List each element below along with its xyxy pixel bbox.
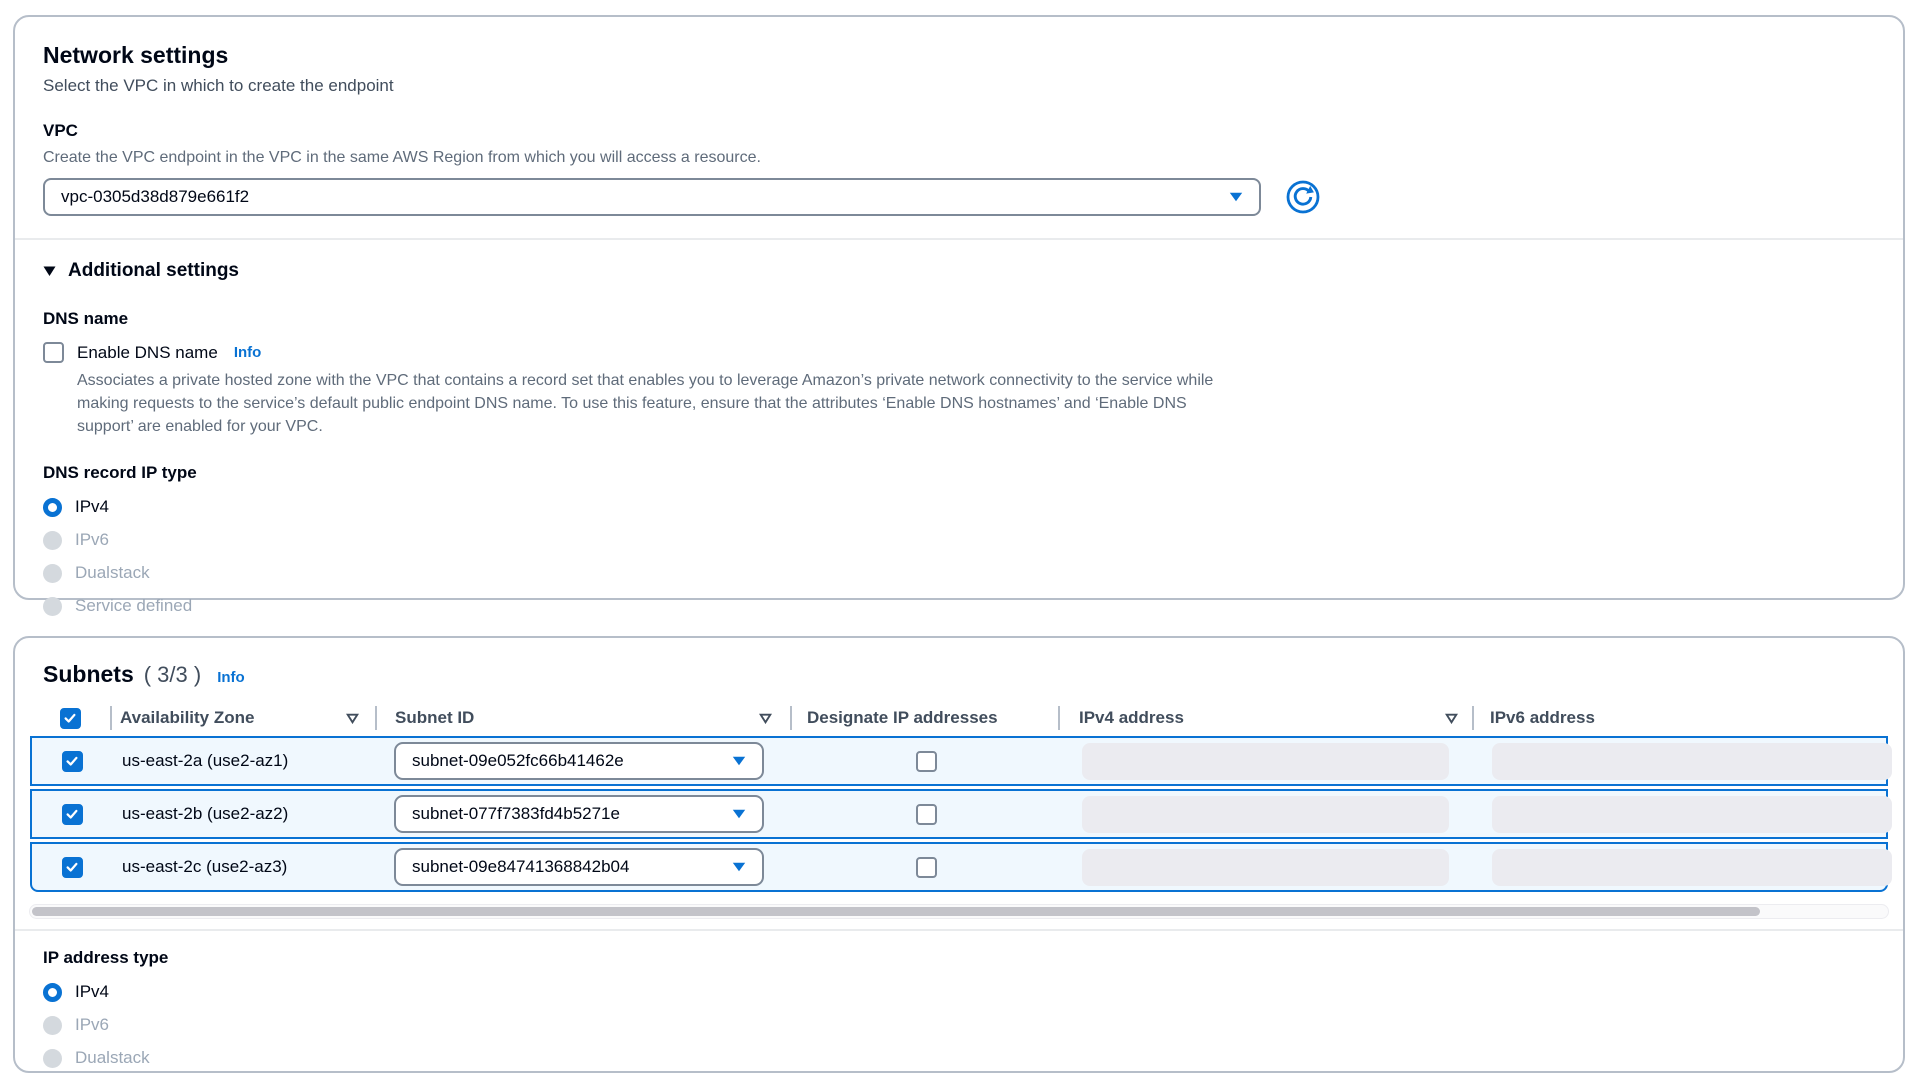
radio-disabled-icon xyxy=(43,1016,62,1035)
refresh-button[interactable] xyxy=(1285,179,1321,215)
horizontal-scrollbar[interactable] xyxy=(29,904,1889,919)
radio-option-ipv6: IPv6 xyxy=(43,530,109,550)
subnets-title: Subnets xyxy=(43,660,134,688)
subnet-row-us-east-2a[interactable]: us-east-2a (use2-az1) subnet-09e052fc66b… xyxy=(30,736,1888,786)
sort-icon xyxy=(759,713,772,724)
ip-address-type-label: IP address type xyxy=(43,947,1875,969)
subnets-header: Subnets ( 3/3 ) Info xyxy=(15,660,1903,688)
radio-label: Dualstack xyxy=(75,563,150,583)
ipv6-address-input xyxy=(1492,849,1892,886)
vpc-description: Create the VPC endpoint in the VPC in th… xyxy=(43,147,1875,168)
additional-settings-toggle[interactable]: Additional settings xyxy=(43,260,239,282)
designate-ip-checkbox[interactable] xyxy=(916,804,937,825)
column-header-subnet-id[interactable]: Subnet ID xyxy=(375,700,790,736)
subnets-counter: ( 3/3 ) xyxy=(144,662,201,688)
radio-label: IPv4 xyxy=(75,982,109,1002)
chevron-down-icon xyxy=(732,756,746,766)
check-icon xyxy=(65,754,79,768)
dns-name-label: DNS name xyxy=(43,308,1875,330)
subnets-info-link[interactable]: Info xyxy=(217,669,245,686)
enable-dns-checkbox[interactable] xyxy=(43,342,64,363)
section-divider xyxy=(15,238,1903,240)
row-checkbox[interactable] xyxy=(62,751,83,772)
radio-selected-icon xyxy=(43,498,62,517)
availability-zone-cell: us-east-2a (use2-az1) xyxy=(112,751,288,770)
radio-disabled-icon xyxy=(43,597,62,616)
check-icon xyxy=(63,711,77,725)
radio-selected-icon xyxy=(43,983,62,1002)
column-header-ipv6-address: IPv6 address xyxy=(1472,700,1895,736)
radio-label: IPv4 xyxy=(75,497,109,517)
check-icon xyxy=(65,860,79,874)
table-header-row: Availability Zone Subnet ID Designate IP… xyxy=(30,700,1888,736)
subnet-row-us-east-2c[interactable]: us-east-2c (use2-az3) subnet-09e84741368… xyxy=(30,842,1888,892)
check-icon xyxy=(65,807,79,821)
additional-settings-title: Additional settings xyxy=(68,260,239,282)
subnet-id-value: subnet-077f7383fd4b5271e xyxy=(412,804,620,824)
sort-icon xyxy=(346,713,359,724)
radio-option-dualstack: Dualstack xyxy=(43,563,150,583)
designate-ip-checkbox[interactable] xyxy=(916,857,937,878)
radio-option-service-defined: Service defined xyxy=(43,596,192,616)
radio-option-ipv6: IPv6 xyxy=(43,1015,109,1035)
radio-disabled-icon xyxy=(43,531,62,550)
column-header-ipv4-address[interactable]: IPv4 address xyxy=(1058,700,1472,736)
vpc-select-row: vpc-0305d38d879e661f2 xyxy=(43,178,1875,216)
enable-dns-row: Enable DNS name Info xyxy=(43,342,1875,363)
chevron-down-icon xyxy=(732,862,746,872)
radio-label: IPv6 xyxy=(75,530,109,550)
subnet-id-select[interactable]: subnet-09e052fc66b41462e xyxy=(394,742,764,780)
enable-dns-label: Enable DNS name xyxy=(77,343,218,363)
dns-record-ip-type-label: DNS record IP type xyxy=(43,462,1875,484)
availability-zone-cell: us-east-2b (use2-az2) xyxy=(112,804,288,823)
ipv6-address-input xyxy=(1492,743,1892,780)
dns-info-link[interactable]: Info xyxy=(234,344,262,361)
ipv4-address-input xyxy=(1082,796,1449,833)
chevron-down-icon xyxy=(1229,192,1243,202)
subnet-id-value: subnet-09e84741368842b04 xyxy=(412,857,629,877)
column-header-designate-ip: Designate IP addresses xyxy=(790,700,1058,736)
network-settings-subtitle: Select the VPC in which to create the en… xyxy=(43,74,1875,98)
subnets-panel: Subnets ( 3/3 ) Info Availability Zone S… xyxy=(13,636,1905,1073)
radio-disabled-icon xyxy=(43,564,62,583)
ip-address-type-section: IP address type IPv4 IPv6 Dualstack xyxy=(15,931,1903,1068)
radio-option-ipv4[interactable]: IPv4 xyxy=(43,497,109,517)
dns-name-description: Associates a private hosted zone with th… xyxy=(77,369,1247,438)
subnet-row-us-east-2b[interactable]: us-east-2b (use2-az2) subnet-077f7383fd4… xyxy=(30,789,1888,839)
radio-label: Service defined xyxy=(75,596,192,616)
row-checkbox[interactable] xyxy=(62,857,83,878)
ipv4-address-input xyxy=(1082,743,1449,780)
refresh-icon xyxy=(1286,180,1320,214)
subnet-id-select[interactable]: subnet-077f7383fd4b5271e xyxy=(394,795,764,833)
availability-zone-cell: us-east-2c (use2-az3) xyxy=(112,857,287,876)
network-settings-title: Network settings xyxy=(43,41,1875,69)
radio-disabled-icon xyxy=(43,1049,62,1068)
triangle-down-icon xyxy=(43,266,56,277)
radio-option-ipv4[interactable]: IPv4 xyxy=(43,982,109,1002)
subnet-id-select[interactable]: subnet-09e84741368842b04 xyxy=(394,848,764,886)
row-checkbox[interactable] xyxy=(62,804,83,825)
vpc-select[interactable]: vpc-0305d38d879e661f2 xyxy=(43,178,1261,216)
radio-label: Dualstack xyxy=(75,1048,150,1068)
column-header-availability-zone[interactable]: Availability Zone xyxy=(110,700,375,736)
sort-icon xyxy=(1445,713,1458,724)
select-all-checkbox[interactable] xyxy=(60,708,81,729)
chevron-down-icon xyxy=(732,809,746,819)
subnet-id-value: subnet-09e052fc66b41462e xyxy=(412,751,624,771)
network-settings-panel: Network settings Select the VPC in which… xyxy=(13,15,1905,600)
scrollbar-thumb[interactable] xyxy=(32,907,1760,916)
ipv4-address-input xyxy=(1082,849,1449,886)
vpc-select-value: vpc-0305d38d879e661f2 xyxy=(61,187,249,207)
ipv6-address-input xyxy=(1492,796,1892,833)
subnets-table: Availability Zone Subnet ID Designate IP… xyxy=(15,700,1903,892)
vpc-label: VPC xyxy=(43,120,1875,142)
radio-option-dualstack: Dualstack xyxy=(43,1048,150,1068)
radio-label: IPv6 xyxy=(75,1015,109,1035)
designate-ip-checkbox[interactable] xyxy=(916,751,937,772)
